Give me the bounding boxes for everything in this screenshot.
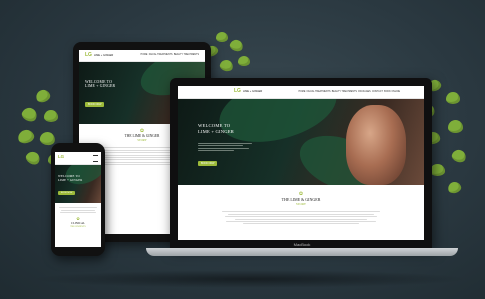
nav-beauty[interactable]: BEAUTY TREATMENTS (174, 54, 199, 56)
nav-home[interactable]: HOME (298, 91, 305, 93)
leaf (218, 58, 235, 73)
leaf (430, 164, 445, 176)
hero-title: WELCOME TO LIME + GINGER (85, 80, 116, 88)
nav-book[interactable]: BOOK ONLINE (384, 91, 400, 93)
laptop-story-section: ✿ THE LIME & GINGER STORY (178, 185, 424, 230)
leaf (448, 120, 463, 133)
nav-facial[interactable]: FACIAL TREATMENTS (149, 54, 173, 56)
phone-device: LG WELCOME TO LIME + GINGER BOOK NOW ✿ C… (51, 143, 105, 256)
laptop-nav: LG LIME + GINGER HOME FACIAL TREATMENTS B… (178, 86, 424, 99)
menu-icon[interactable] (93, 155, 98, 162)
hero-title: WELCOME TO LIME + GINGER (58, 174, 83, 182)
floor-shadow (30, 270, 470, 288)
leaf (44, 110, 58, 122)
mockup-scene: LG LIME + GINGER HOME FACIAL TREATMENTS B… (0, 0, 485, 299)
leaf (450, 147, 468, 165)
leaf (23, 149, 43, 167)
laptop-hero: WELCOME TO LIME + GINGER BOOK NOW (178, 99, 424, 185)
clinical-subtitle: TREATMENTS (70, 225, 86, 229)
laptop-menu: HOME FACIAL TREATMENTS BEAUTY TREATMENTS… (298, 91, 400, 93)
site-logo[interactable]: LG LIME + GINGER (234, 88, 262, 94)
tablet-menu: HOME FACIAL TREATMENTS BEAUTY TREATMENTS (141, 54, 199, 56)
nav-packages[interactable]: PACKAGES (358, 91, 370, 93)
phone-nav: LG (55, 152, 101, 165)
leaf (16, 128, 36, 145)
laptop-device: LG LIME + GINGER HOME FACIAL TREATMENTS B… (170, 78, 432, 248)
leaf (446, 92, 460, 104)
hero-text-lines (198, 141, 258, 153)
laptop-screen: LG LIME + GINGER HOME FACIAL TREATMENTS B… (178, 86, 424, 240)
phone-content: ✿ CLINICAL TREATMENTS (55, 203, 101, 231)
tablet-nav: LG LIME + GINGER HOME FACIAL TREATMENTS B… (79, 50, 205, 62)
nav-beauty[interactable]: BEAUTY TREATMENTS (332, 91, 357, 93)
phone-screen: LG WELCOME TO LIME + GINGER BOOK NOW ✿ C… (55, 152, 101, 247)
leaf (38, 130, 57, 147)
leaf (216, 32, 228, 42)
hero-model-image (346, 105, 406, 185)
leaf (446, 180, 463, 195)
leaf (34, 87, 52, 105)
site-logo[interactable]: LG LIME + GINGER (85, 52, 113, 58)
hero-book-button[interactable]: BOOK NOW (198, 161, 218, 166)
nav-facial[interactable]: FACIAL TREATMENTS (307, 91, 331, 93)
hero-title: WELCOME TO LIME + GINGER (198, 123, 235, 134)
laptop-base (146, 248, 458, 256)
phone-hero: WELCOME TO LIME + GINGER BOOK NOW (55, 165, 101, 203)
hero-book-button[interactable]: BOOK NOW (58, 191, 76, 195)
site-logo[interactable]: LG (58, 154, 64, 159)
nav-home[interactable]: HOME (141, 54, 148, 56)
laptop-brand-label: MacBook (293, 242, 311, 247)
leaf (238, 56, 250, 66)
hero-book-button[interactable]: BOOK NOW (85, 102, 105, 107)
leaf (228, 38, 245, 53)
nav-contact[interactable]: CONTACT (372, 91, 383, 93)
leaf (19, 105, 40, 124)
